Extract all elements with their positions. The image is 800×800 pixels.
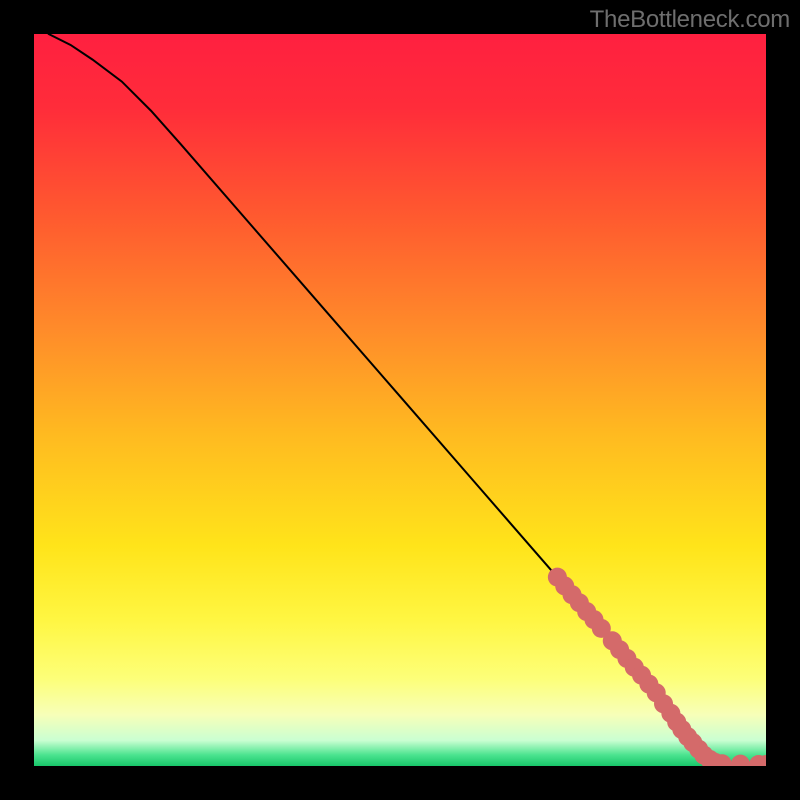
gradient-background bbox=[34, 34, 766, 766]
chart-plot bbox=[34, 34, 766, 766]
watermark-text: TheBottleneck.com bbox=[590, 6, 790, 34]
chart-svg bbox=[34, 34, 766, 766]
chart-frame: TheBottleneck.com bbox=[0, 0, 800, 800]
